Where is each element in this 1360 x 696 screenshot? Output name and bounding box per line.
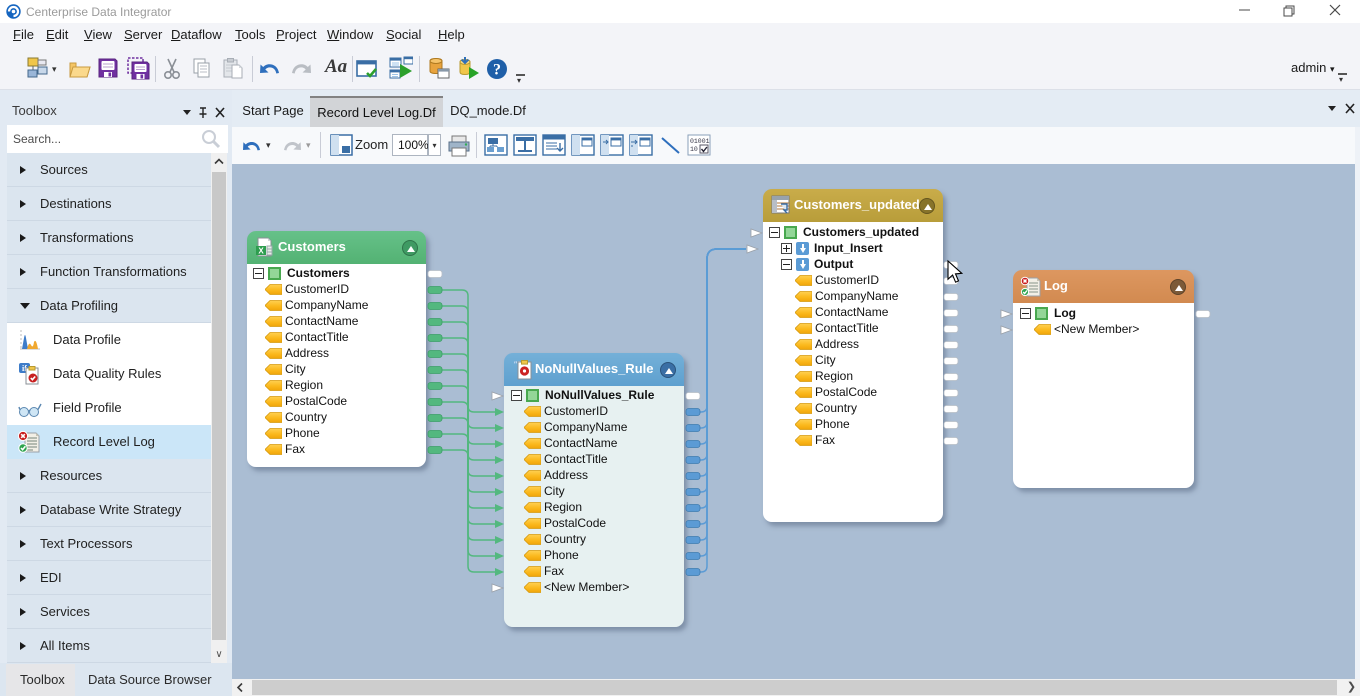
svg-text:01001: 01001 — [690, 138, 710, 145]
svg-text:?: ? — [493, 62, 501, 79]
svg-text:10: 10 — [690, 146, 698, 153]
